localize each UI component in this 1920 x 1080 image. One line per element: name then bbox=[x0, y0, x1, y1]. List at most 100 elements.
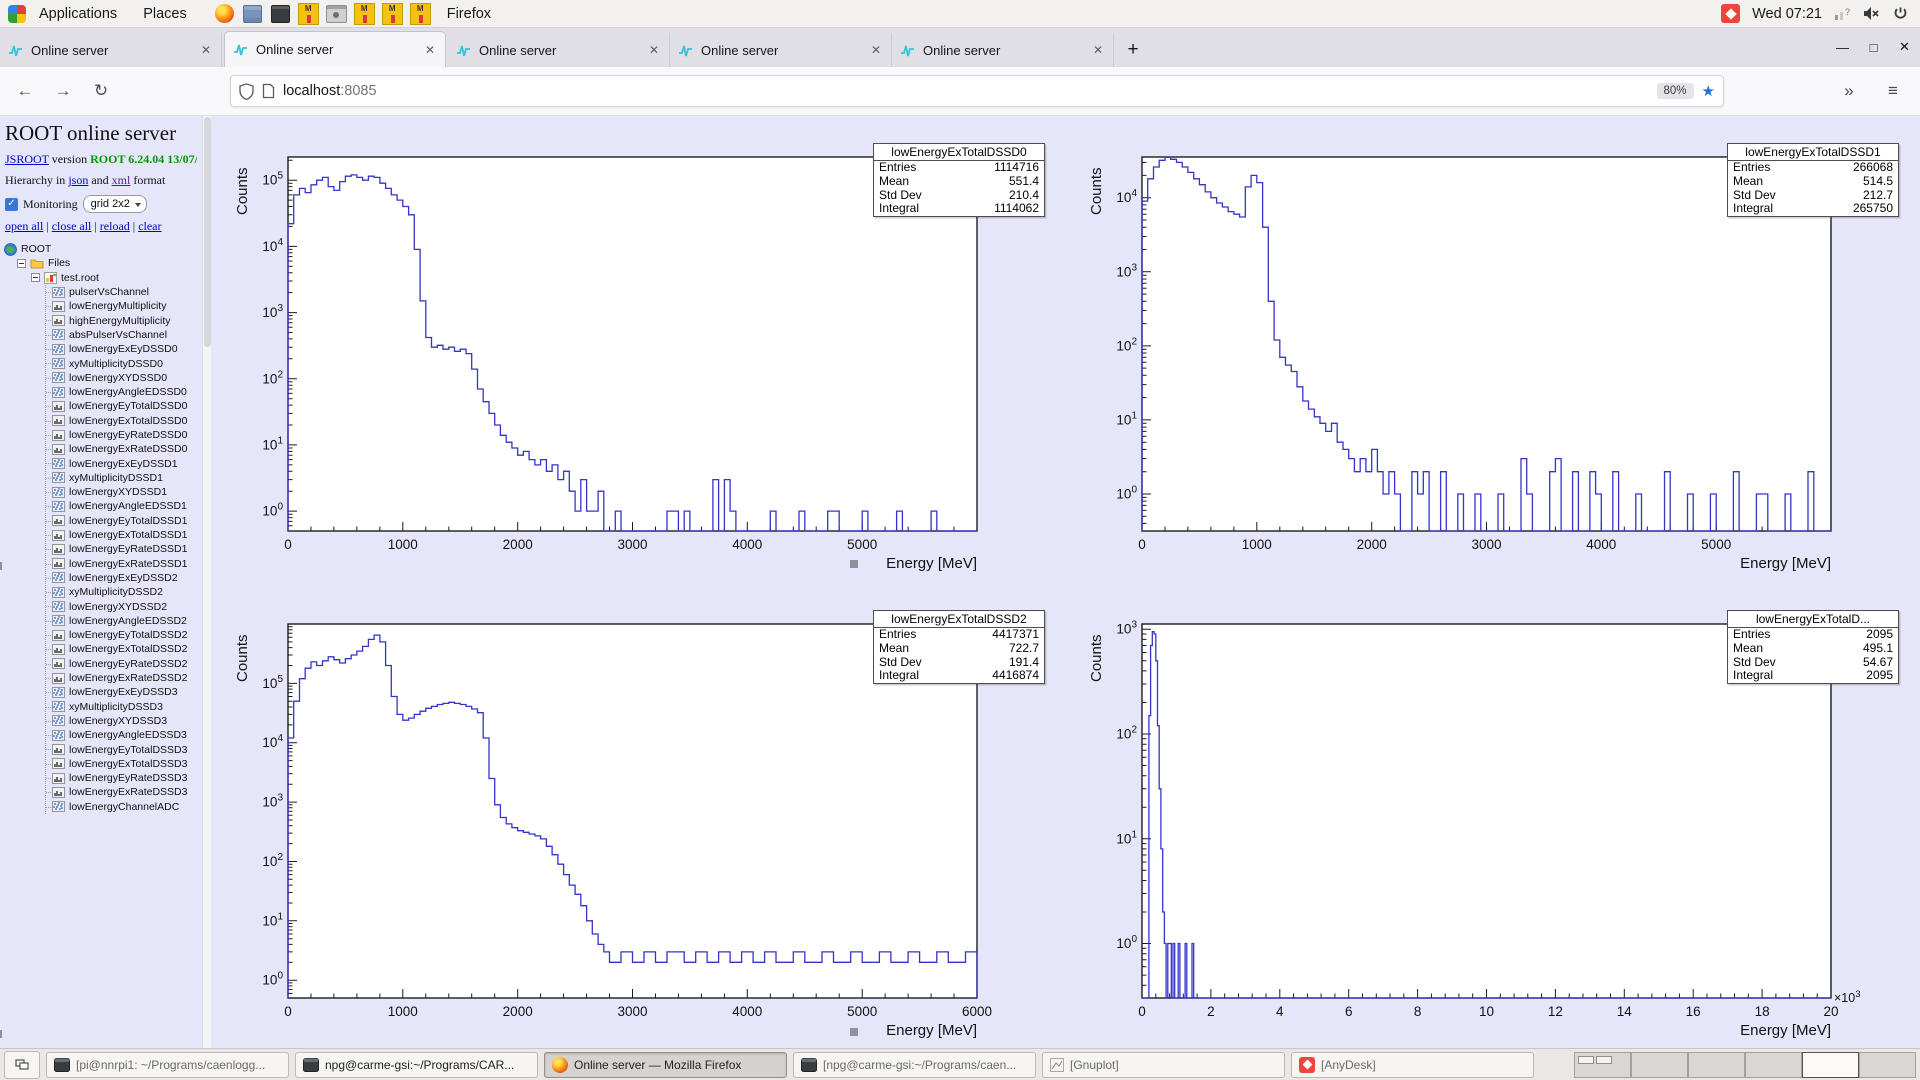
browser-tab-1[interactable]: Online server✕ bbox=[0, 33, 222, 67]
tree-item-pulserVsChannel[interactable]: pulserVsChannel bbox=[46, 285, 202, 299]
collapse-expander-icon[interactable] bbox=[17, 259, 26, 268]
workspace-cell-5[interactable] bbox=[1802, 1052, 1859, 1078]
taskbar-window-button-4[interactable]: [npg@carme-gsi:~/Programs/caen... bbox=[793, 1052, 1036, 1078]
tree-item-xyMultiplicityDSSD1[interactable]: xyMultiplicityDSSD1 bbox=[46, 471, 202, 485]
midas-launcher-icon[interactable]: M bbox=[410, 3, 431, 24]
reload-link[interactable]: reload bbox=[100, 219, 130, 233]
volume-muted-icon[interactable] bbox=[1863, 6, 1881, 21]
midas-launcher-icon[interactable]: M bbox=[298, 3, 319, 24]
plot-cell-lowEnergyExTotalDSSD1[interactable]: 010002000300040005000100101102103104Ener… bbox=[1065, 115, 1919, 581]
close-all-link[interactable]: close all bbox=[52, 219, 92, 233]
tree-item-lowEnergyExRateDSSD0[interactable]: lowEnergyExRateDSSD0 bbox=[46, 442, 202, 456]
workspace-cell-2[interactable] bbox=[1631, 1052, 1688, 1078]
tree-item-lowEnergyExRateDSSD1[interactable]: lowEnergyExRateDSSD1 bbox=[46, 557, 202, 571]
anydesk-tray-icon[interactable] bbox=[1721, 4, 1740, 23]
files-launcher-icon[interactable] bbox=[242, 3, 263, 24]
tree-item-lowEnergyEyTotalDSSD0[interactable]: lowEnergyEyTotalDSSD0 bbox=[46, 399, 202, 413]
plot-cell-lowEnergyExTotalDSSD3[interactable]: 02468101214161820100101102103×103Energy … bbox=[1065, 582, 1919, 1048]
tab-close-icon[interactable]: ✕ bbox=[423, 43, 437, 57]
tree-item-lowEnergyExTotalDSSD1[interactable]: lowEnergyExTotalDSSD1 bbox=[46, 528, 202, 542]
tree-item-highEnergyMultiplicity[interactable]: highEnergyMultiplicity bbox=[46, 313, 202, 327]
tree-item-lowEnergyAngleEDSSD1[interactable]: lowEnergyAngleEDSSD1 bbox=[46, 499, 202, 513]
places-menu[interactable]: Places bbox=[130, 0, 200, 27]
reload-button[interactable]: ↻ bbox=[84, 74, 118, 108]
tree-node-test-root[interactable]: test.root bbox=[31, 271, 202, 285]
grid-splitter-handle[interactable] bbox=[850, 560, 858, 568]
tree-item-lowEnergyAngleEDSSD3[interactable]: lowEnergyAngleEDSSD3 bbox=[46, 728, 202, 742]
shield-icon[interactable] bbox=[239, 83, 254, 100]
applications-menu[interactable]: Applications bbox=[26, 0, 130, 27]
window-close-button[interactable]: ✕ bbox=[1889, 27, 1920, 67]
workspace-cell-4[interactable] bbox=[1745, 1052, 1802, 1078]
window-minimize-button[interactable]: — bbox=[1827, 27, 1858, 67]
browser-tab-2[interactable]: Online server✕ bbox=[224, 31, 446, 67]
layout-select[interactable]: grid 2x2 bbox=[83, 195, 147, 213]
taskbar-window-button-3[interactable]: Online server — Mozilla Firefox bbox=[544, 1052, 787, 1078]
tree-item-lowEnergyChannelADC[interactable]: lowEnergyChannelADC bbox=[46, 800, 202, 814]
jsroot-link[interactable]: JSROOT bbox=[5, 152, 49, 166]
plot-cell-lowEnergyExTotalDSSD2[interactable]: 0100020003000400050006000100101102103104… bbox=[211, 582, 1065, 1048]
tree-item-lowEnergyAngleEDSSD0[interactable]: lowEnergyAngleEDSSD0 bbox=[46, 385, 202, 399]
tab-close-icon[interactable]: ✕ bbox=[869, 43, 883, 57]
tree-item-xyMultiplicityDSSD3[interactable]: xyMultiplicityDSSD3 bbox=[46, 700, 202, 714]
sidebar-scrollbar[interactable] bbox=[202, 115, 211, 1048]
tab-close-icon[interactable]: ✕ bbox=[647, 43, 661, 57]
tree-item-lowEnergyExTotalDSSD0[interactable]: lowEnergyExTotalDSSD0 bbox=[46, 414, 202, 428]
power-icon[interactable] bbox=[1893, 6, 1908, 21]
json-link[interactable]: json bbox=[68, 173, 88, 187]
hamburger-menu-icon[interactable]: ≡ bbox=[1876, 74, 1910, 108]
collapse-expander-icon[interactable] bbox=[31, 273, 40, 282]
tree-item-lowEnergyMultiplicity[interactable]: lowEnergyMultiplicity bbox=[46, 299, 202, 313]
tree-item-lowEnergyExTotalDSSD3[interactable]: lowEnergyExTotalDSSD3 bbox=[46, 757, 202, 771]
tree-item-lowEnergyExTotalDSSD2[interactable]: lowEnergyExTotalDSSD2 bbox=[46, 642, 202, 656]
screenshot-launcher-icon[interactable] bbox=[326, 3, 347, 24]
url-bar[interactable]: localhost:8085 80% ★ bbox=[230, 75, 1724, 107]
tree-node-root[interactable]: ROOT bbox=[4, 242, 202, 256]
open-all-link[interactable]: open all bbox=[5, 219, 43, 233]
zoom-level-indicator[interactable]: 80% bbox=[1657, 83, 1694, 99]
page-info-icon[interactable] bbox=[262, 83, 275, 99]
bookmark-star-icon[interactable]: ★ bbox=[1702, 82, 1715, 100]
window-maximize-button[interactable]: □ bbox=[1858, 27, 1889, 67]
taskbar-window-button-5[interactable]: [Gnuplot] bbox=[1042, 1052, 1285, 1078]
new-tab-button[interactable]: + bbox=[1118, 35, 1148, 65]
tree-item-lowEnergyExRateDSSD2[interactable]: lowEnergyExRateDSSD2 bbox=[46, 671, 202, 685]
sidebar-scrollbar-thumb[interactable] bbox=[204, 117, 211, 347]
grid-splitter-handle[interactable] bbox=[0, 1030, 2, 1038]
tree-item-lowEnergyEyRateDSSD2[interactable]: lowEnergyEyRateDSSD2 bbox=[46, 657, 202, 671]
tree-item-lowEnergyEyRateDSSD0[interactable]: lowEnergyEyRateDSSD0 bbox=[46, 428, 202, 442]
tree-item-absPulserVsChannel[interactable]: absPulserVsChannel bbox=[46, 328, 202, 342]
tree-item-lowEnergyXYDSSD2[interactable]: lowEnergyXYDSSD2 bbox=[46, 599, 202, 613]
tree-item-lowEnergyEyTotalDSSD1[interactable]: lowEnergyEyTotalDSSD1 bbox=[46, 514, 202, 528]
network-icon[interactable]: ? bbox=[1834, 6, 1851, 21]
applications-menu-icon[interactable] bbox=[8, 5, 26, 23]
tree-item-lowEnergyExEyDSSD1[interactable]: lowEnergyExEyDSSD1 bbox=[46, 456, 202, 470]
tree-item-lowEnergyExEyDSSD2[interactable]: lowEnergyExEyDSSD2 bbox=[46, 571, 202, 585]
overflow-menu-icon[interactable]: » bbox=[1832, 74, 1866, 108]
midas-launcher-icon[interactable]: M bbox=[382, 3, 403, 24]
tree-item-lowEnergyXYDSSD1[interactable]: lowEnergyXYDSSD1 bbox=[46, 485, 202, 499]
firefox-launcher-icon[interactable] bbox=[214, 3, 235, 24]
xml-link[interactable]: xml bbox=[112, 173, 131, 187]
tab-close-icon[interactable]: ✕ bbox=[199, 43, 213, 57]
tree-item-lowEnergyEyTotalDSSD3[interactable]: lowEnergyEyTotalDSSD3 bbox=[46, 742, 202, 756]
taskbar-window-button-6[interactable]: [AnyDesk] bbox=[1291, 1052, 1534, 1078]
tree-item-xyMultiplicityDSSD0[interactable]: xyMultiplicityDSSD0 bbox=[46, 356, 202, 370]
workspace-cell-1[interactable] bbox=[1574, 1052, 1631, 1078]
tree-item-lowEnergyExEyDSSD3[interactable]: lowEnergyExEyDSSD3 bbox=[46, 685, 202, 699]
tree-item-lowEnergyEyTotalDSSD2[interactable]: lowEnergyEyTotalDSSD2 bbox=[46, 628, 202, 642]
show-desktop-button[interactable] bbox=[4, 1051, 40, 1079]
midas-launcher-icon[interactable]: M bbox=[354, 3, 375, 24]
tab-close-icon[interactable]: ✕ bbox=[1091, 43, 1105, 57]
workspace-cell-3[interactable] bbox=[1688, 1052, 1745, 1078]
forward-button[interactable]: → bbox=[46, 74, 80, 108]
tree-item-lowEnergyXYDSSD3[interactable]: lowEnergyXYDSSD3 bbox=[46, 714, 202, 728]
browser-tab-5[interactable]: Online server✕ bbox=[892, 33, 1114, 67]
tree-item-lowEnergyEyRateDSSD1[interactable]: lowEnergyEyRateDSSD1 bbox=[46, 542, 202, 556]
clear-link[interactable]: clear bbox=[138, 219, 161, 233]
workspace-cell-6[interactable] bbox=[1859, 1052, 1916, 1078]
tree-item-lowEnergyAngleEDSSD2[interactable]: lowEnergyAngleEDSSD2 bbox=[46, 614, 202, 628]
taskbar-window-button-1[interactable]: [pi@nnrpi1: ~/Programs/caenlogg... bbox=[46, 1052, 289, 1078]
tree-item-lowEnergyExRateDSSD3[interactable]: lowEnergyExRateDSSD3 bbox=[46, 785, 202, 799]
browser-tab-4[interactable]: Online server✕ bbox=[670, 33, 892, 67]
